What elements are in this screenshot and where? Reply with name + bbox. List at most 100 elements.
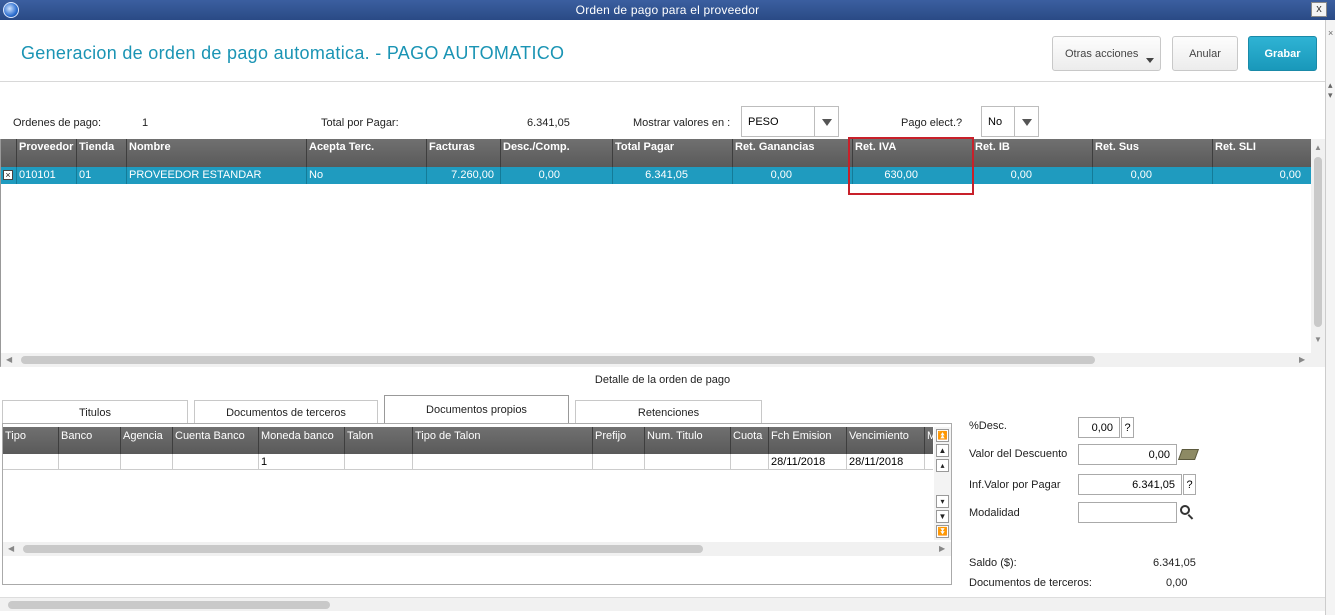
grid-cell[interactable]: 0,00	[1093, 167, 1213, 184]
mostrar-label: Mostrar valores en :	[633, 117, 731, 129]
detail-header-cell[interactable]: Cuenta Banco	[173, 427, 259, 454]
search-icon[interactable]	[1180, 505, 1190, 515]
detail-header-cell[interactable]: Tipo de Talon	[413, 427, 593, 454]
detail-header-cell[interactable]: Banco	[59, 427, 121, 454]
scrollbar-thumb[interactable]	[21, 356, 1095, 364]
scroll-page-down-icon[interactable]: ▼	[936, 510, 949, 523]
grid-horizontal-scrollbar[interactable]: ◀ ▶	[1, 353, 1311, 367]
detail-cell[interactable]	[593, 454, 645, 470]
grid-cell[interactable]: 0,00	[501, 167, 613, 184]
total-label: Total por Pagar:	[321, 117, 399, 129]
detail-header-cell[interactable]: Tipo	[3, 427, 59, 454]
scroll-down-icon[interactable]: ▾	[936, 495, 949, 508]
checkbox-icon[interactable]: ×	[3, 170, 13, 180]
modalidad-label: Modalidad	[969, 507, 1020, 519]
grid-header-cell[interactable]: Proveedor	[17, 139, 77, 167]
mostrar-select[interactable]: PESO	[741, 106, 839, 137]
detail-header-cell[interactable]: Agencia	[121, 427, 173, 454]
scroll-top-icon[interactable]: ⏫	[936, 429, 949, 442]
tab-retenciones[interactable]: Retenciones	[575, 400, 762, 424]
window-title: Orden de pago para el proveedor	[575, 3, 760, 17]
detail-cell[interactable]	[731, 454, 769, 470]
detail-header-cell[interactable]: Prefijo	[593, 427, 645, 454]
grid-cell[interactable]: 7.260,00	[427, 167, 501, 184]
grid-cell[interactable]: 0,00	[1213, 167, 1311, 184]
inf-valor-help-button[interactable]: ?	[1183, 474, 1196, 495]
detail-cell[interactable]: 28/11/2018	[769, 454, 847, 470]
close-icon[interactable]: x	[1311, 2, 1327, 17]
grid-header-cell[interactable]: Tienda	[77, 139, 127, 167]
table-row[interactable]: 1 28/11/2018 28/11/2018	[3, 454, 933, 470]
detail-cell[interactable]	[925, 454, 933, 470]
tab-titulos[interactable]: Titulos	[2, 400, 188, 424]
grid-cell[interactable]: 0,00	[973, 167, 1093, 184]
scrollbar-thumb[interactable]	[23, 545, 703, 553]
grid-header-select	[1, 139, 17, 167]
anular-button[interactable]: Anular	[1172, 36, 1238, 71]
detail-cell[interactable]	[3, 454, 59, 470]
detail-header-cell[interactable]: Fch Emision	[769, 427, 847, 454]
otras-acciones-label: Otras acciones	[1065, 47, 1139, 60]
grabar-button[interactable]: Grabar	[1248, 36, 1317, 71]
detail-cell[interactable]	[173, 454, 259, 470]
grid-cell[interactable]: 0,00	[733, 167, 853, 184]
detail-cell[interactable]	[645, 454, 731, 470]
grid-cell[interactable]: 01	[77, 167, 127, 184]
page-header: Generacion de orden de pago automatica. …	[0, 20, 1325, 82]
inf-valor-input[interactable]: 6.341,05	[1078, 474, 1182, 495]
scroll-page-up-icon[interactable]: ▲	[936, 444, 949, 457]
grid-header-cell[interactable]: Desc./Comp.	[501, 139, 613, 167]
grid-cell[interactable]: 6.341,05	[613, 167, 733, 184]
grid-header-cell[interactable]: Ret. IB	[973, 139, 1093, 167]
grid-header-cell[interactable]: Ret. Sus	[1093, 139, 1213, 167]
valor-descuento-input[interactable]: 0,00	[1078, 444, 1177, 465]
detail-header-cell[interactable]: Vencimiento	[847, 427, 925, 454]
grid-header-cell[interactable]: Ret. Ganancias	[733, 139, 853, 167]
grid-cell[interactable]: 010101	[17, 167, 77, 184]
grid-header-cell[interactable]: Ret. SLI	[1213, 139, 1311, 167]
detail-header-cell[interactable]: Num. Titulo	[645, 427, 731, 454]
scrollbar-thumb[interactable]	[1314, 157, 1322, 327]
detail-header-cell[interactable]: Cuota	[731, 427, 769, 454]
pago-label: Pago elect.?	[901, 117, 963, 129]
row-select-cell[interactable]: ×	[1, 167, 17, 184]
modalidad-input[interactable]	[1078, 502, 1177, 523]
grid-header-cell[interactable]: Facturas	[427, 139, 501, 167]
desc-input[interactable]: 0,00	[1078, 417, 1120, 438]
detail-cell[interactable]: 1	[259, 454, 345, 470]
grid-vertical-scrollbar[interactable]: ▲ ▼	[1311, 139, 1325, 367]
grid-cell[interactable]: No	[307, 167, 427, 184]
grid-cell[interactable]: PROVEEDOR ESTANDAR	[127, 167, 307, 184]
pago-select[interactable]: No	[981, 106, 1039, 137]
tab-documentos-propios[interactable]: Documentos propios	[384, 395, 569, 424]
grid-header-cell[interactable]: Acepta Terc.	[307, 139, 427, 167]
ordenes-value: 1	[142, 117, 149, 129]
desc-help-button[interactable]: ?	[1121, 417, 1134, 438]
scroll-bottom-icon[interactable]: ⏬	[936, 525, 949, 538]
detail-header-cell[interactable]: Talon	[345, 427, 413, 454]
scrollbar-thumb[interactable]	[8, 601, 330, 609]
tab-documentos-terceros[interactable]: Documentos de terceros	[194, 400, 378, 424]
grid-header-cell[interactable]: Total Pagar	[613, 139, 733, 167]
total-value: 6.341,05	[527, 117, 570, 129]
money-icon[interactable]	[1177, 449, 1200, 460]
chevron-down-icon[interactable]	[1014, 107, 1038, 136]
chevron-down-icon[interactable]	[814, 107, 838, 136]
grid-header-cell[interactable]: Nombre	[127, 139, 307, 167]
detail-vertical-scrollbar[interactable]: ⏫ ▲ ▴ ▾ ▼ ⏬	[934, 427, 951, 540]
detail-cell[interactable]	[121, 454, 173, 470]
page-title: Generacion de orden de pago automatica. …	[21, 43, 565, 63]
detail-header-cell[interactable]: Moneda banco	[259, 427, 345, 454]
detail-grid-header: Tipo Banco Agencia Cuenta Banco Moneda b…	[3, 427, 933, 454]
scroll-up-icon[interactable]: ▴	[936, 459, 949, 472]
detail-cell[interactable]	[413, 454, 593, 470]
detail-horizontal-scrollbar[interactable]: ◀ ▶	[3, 542, 951, 556]
detail-cell[interactable]	[59, 454, 121, 470]
otras-acciones-button[interactable]: Otras acciones	[1052, 36, 1161, 71]
table-row[interactable]: × 010101 01 PROVEEDOR ESTANDAR No 7.260,…	[1, 167, 1311, 184]
window-horizontal-scrollbar[interactable]	[0, 597, 1325, 611]
detail-cell[interactable]	[345, 454, 413, 470]
detail-grid: Tipo Banco Agencia Cuenta Banco Moneda b…	[2, 423, 952, 585]
detail-cell[interactable]: 28/11/2018	[847, 454, 925, 470]
detail-header-cell[interactable]: M	[925, 427, 933, 454]
